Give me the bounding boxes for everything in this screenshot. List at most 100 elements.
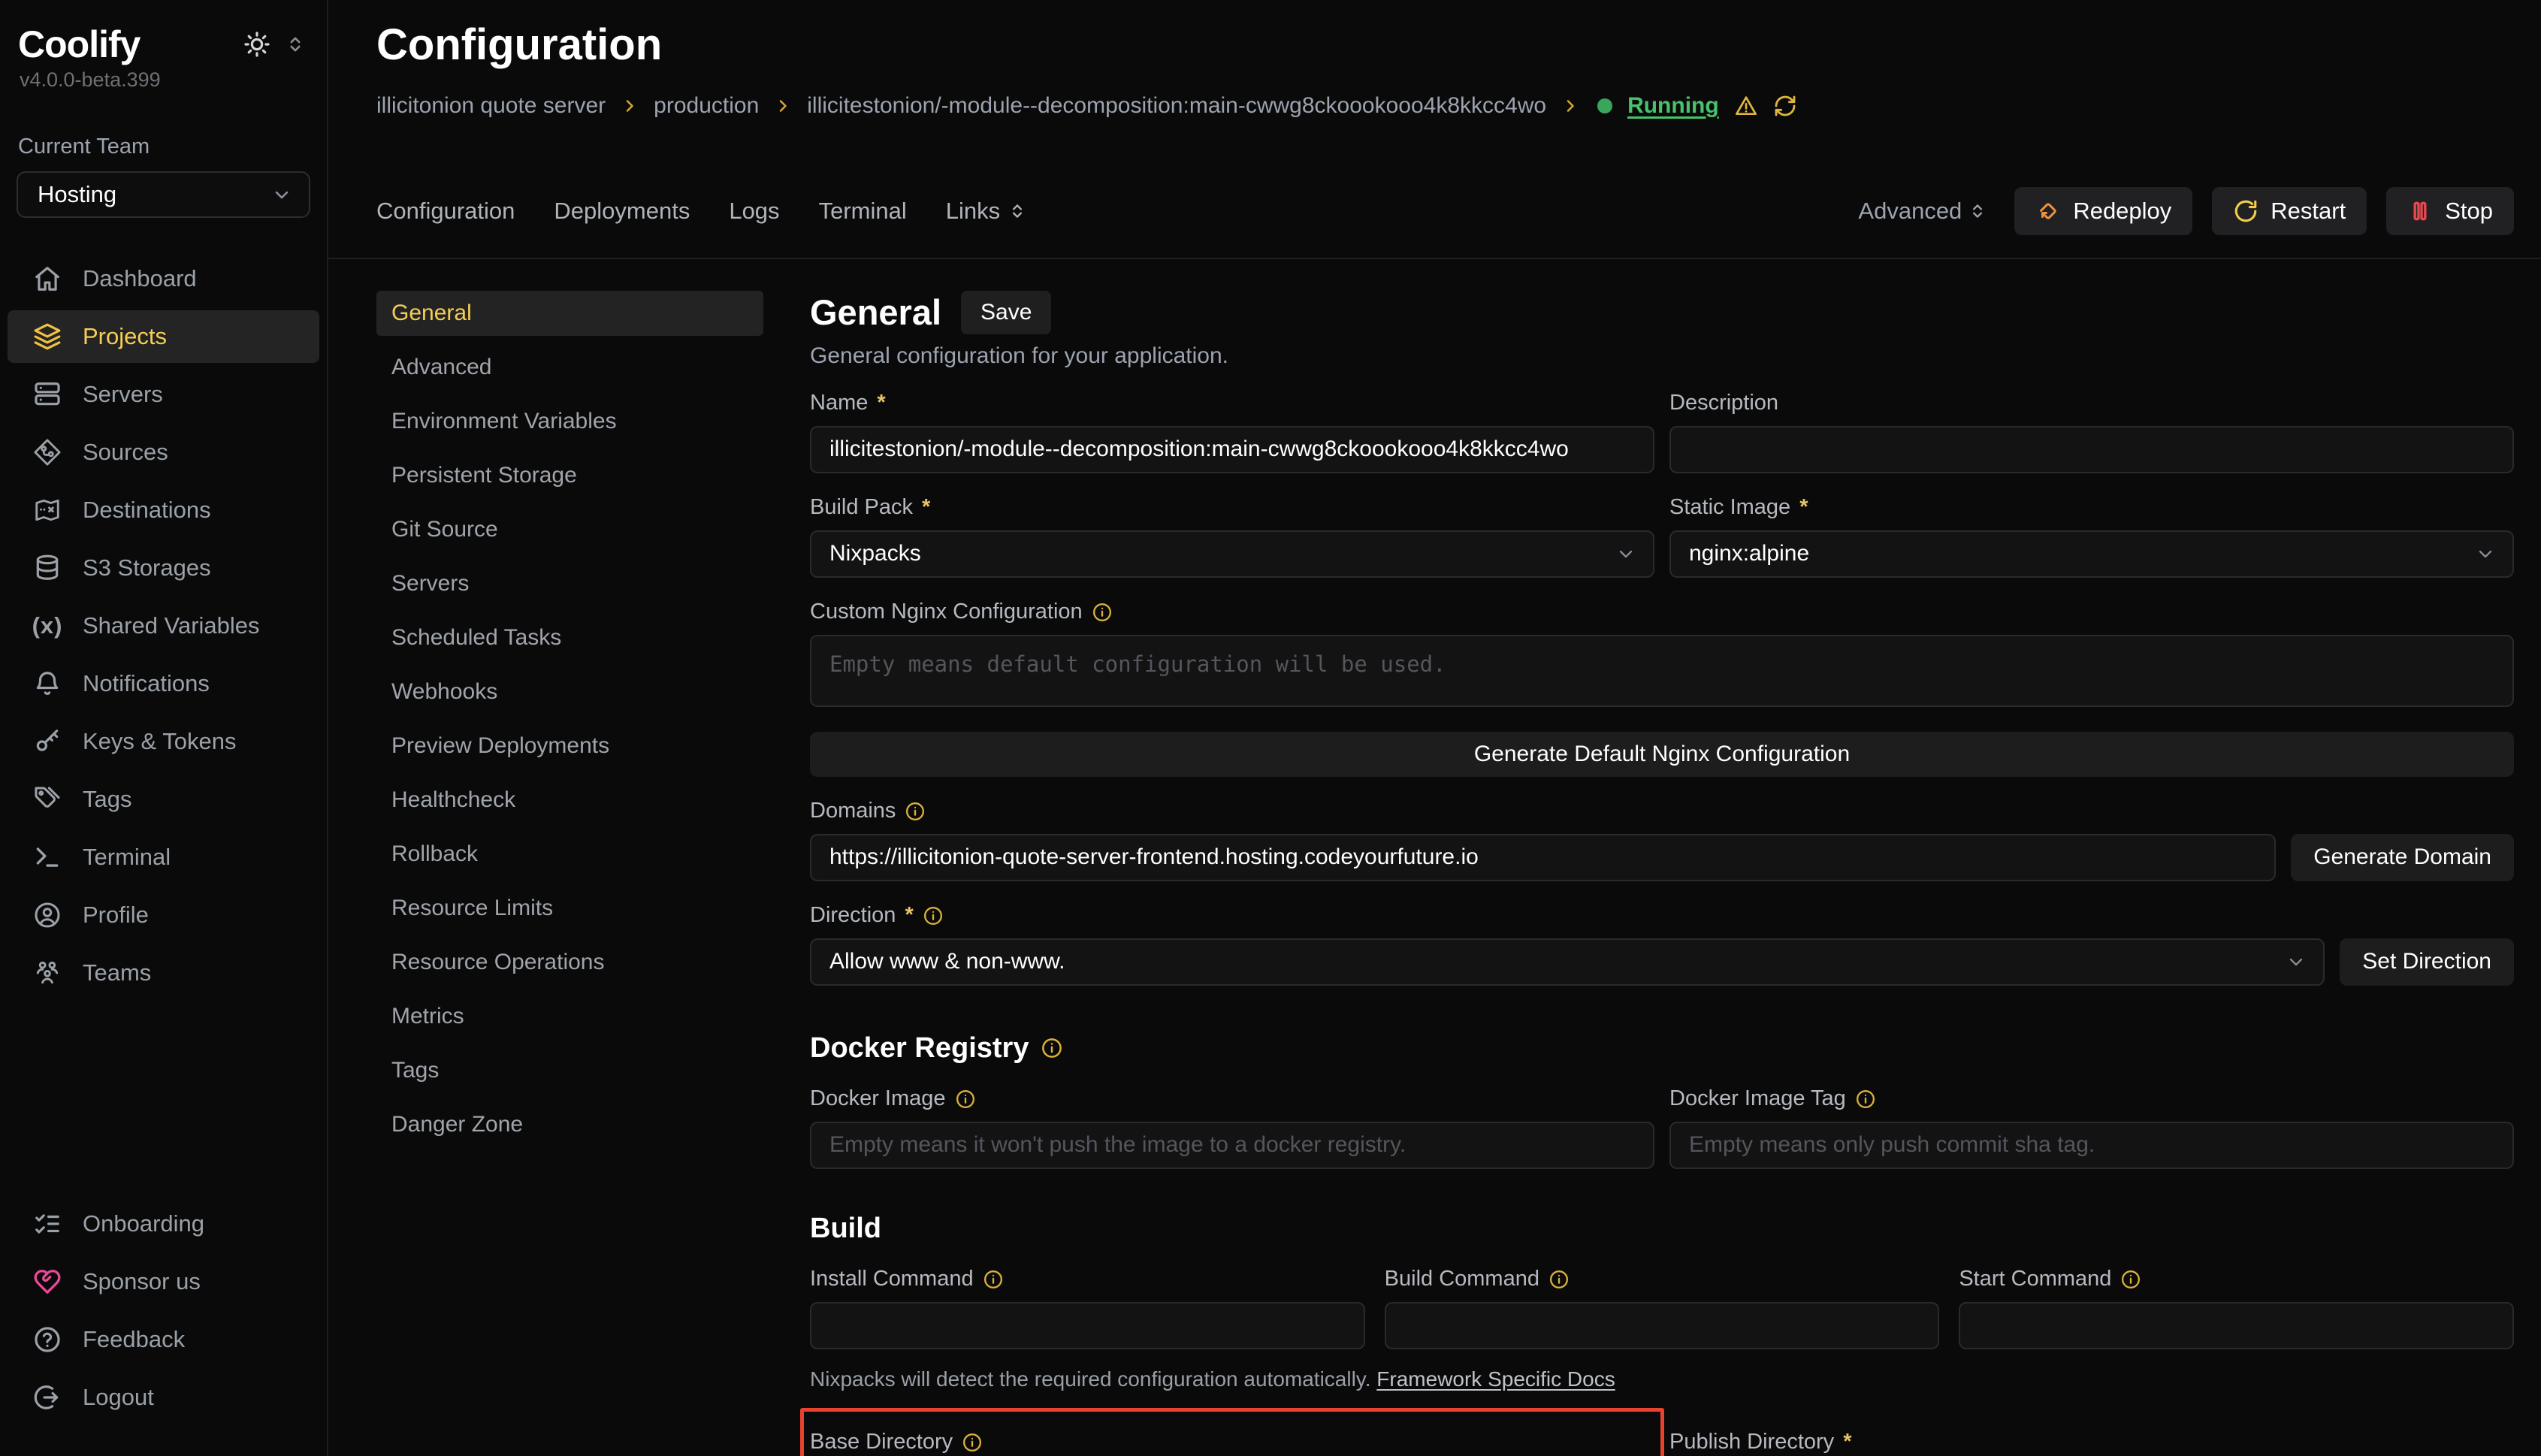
terminal-icon — [33, 843, 62, 871]
sidebar-item-label: Tags — [83, 786, 131, 813]
refresh-icon[interactable] — [1773, 94, 1797, 118]
generate-nginx-button[interactable]: Generate Default Nginx Configuration — [810, 732, 2514, 777]
breadcrumb-project[interactable]: illicitonion quote server — [376, 93, 606, 119]
subnav-general[interactable]: General — [376, 291, 763, 336]
warning-icon[interactable] — [1734, 94, 1758, 118]
sidebar-item-sources[interactable]: Sources — [8, 426, 319, 479]
sidebar-item-terminal[interactable]: Terminal — [8, 831, 319, 884]
subnav-servers[interactable]: Servers — [376, 561, 763, 606]
status-badge[interactable]: Running — [1627, 93, 1719, 119]
docker-image-tag-input[interactable] — [1669, 1122, 2514, 1169]
tab-links[interactable]: Links — [946, 198, 1027, 225]
info-icon[interactable] — [923, 905, 944, 926]
team-select-value: Hosting — [38, 181, 116, 208]
info-icon[interactable] — [2120, 1269, 2141, 1290]
current-team-label: Current Team — [0, 134, 327, 159]
subnav-resource-operations[interactable]: Resource Operations — [376, 940, 763, 985]
sidebar-item-sponsor[interactable]: Sponsor us — [8, 1255, 319, 1308]
chevrons-up-down-icon — [1008, 201, 1027, 221]
start-command-input[interactable] — [1959, 1302, 2514, 1349]
direction-select[interactable]: Allow www & non-www. — [810, 938, 2325, 986]
server-icon — [33, 380, 62, 409]
domains-input[interactable] — [810, 834, 2276, 881]
save-button[interactable]: Save — [961, 291, 1051, 334]
build-pack-label: Build Pack* — [810, 494, 1654, 521]
subnav-environment-variables[interactable]: Environment Variables — [376, 399, 763, 444]
bell-icon — [33, 669, 62, 698]
subnav-healthcheck[interactable]: Healthcheck — [376, 778, 763, 823]
tab-links-label: Links — [946, 198, 1000, 225]
info-icon[interactable] — [955, 1089, 976, 1110]
publish-directory-label: Publish Directory* — [1669, 1429, 2514, 1456]
tab-logs[interactable]: Logs — [729, 198, 779, 225]
sidebar-item-profile[interactable]: Profile — [8, 889, 319, 941]
theme-chevrons-icon[interactable] — [285, 34, 306, 55]
subnav-metrics[interactable]: Metrics — [376, 994, 763, 1039]
tabbar: Configuration Deployments Logs Terminal … — [328, 187, 2541, 259]
info-icon[interactable] — [905, 801, 926, 822]
stop-button[interactable]: Stop — [2386, 187, 2514, 235]
tab-deployments[interactable]: Deployments — [554, 198, 690, 225]
subnav-rollback[interactable]: Rollback — [376, 832, 763, 877]
breadcrumb-environment[interactable]: production — [654, 93, 759, 119]
chevron-right-icon — [621, 97, 639, 115]
sidebar-item-label: Destinations — [83, 497, 211, 524]
subnav-scheduled-tasks[interactable]: Scheduled Tasks — [376, 615, 763, 660]
sidebar-item-teams[interactable]: Teams — [8, 947, 319, 999]
framework-docs-link[interactable]: Framework Specific Docs — [1376, 1367, 1615, 1391]
sidebar-item-destinations[interactable]: Destinations — [8, 484, 319, 536]
sidebar-item-onboarding[interactable]: Onboarding — [8, 1198, 319, 1250]
tag-icon — [33, 785, 62, 814]
static-image-select[interactable]: nginx:alpine — [1669, 530, 2514, 578]
name-input[interactable] — [810, 426, 1654, 473]
advanced-dropdown[interactable]: Advanced — [1858, 198, 1987, 225]
sidebar-item-notifications[interactable]: Notifications — [8, 657, 319, 710]
theme-sun-icon[interactable] — [243, 30, 271, 59]
sidebar-item-projects[interactable]: Projects — [8, 310, 319, 363]
build-pack-select[interactable]: Nixpacks — [810, 530, 1654, 578]
restart-button[interactable]: Restart — [2212, 187, 2367, 235]
nginx-config-textarea[interactable] — [810, 635, 2514, 707]
sidebar-item-label: Shared Variables — [83, 612, 260, 639]
advanced-label: Advanced — [1858, 198, 1962, 225]
subnav-git-source[interactable]: Git Source — [376, 507, 763, 552]
info-icon[interactable] — [1548, 1269, 1570, 1290]
subnav-advanced[interactable]: Advanced — [376, 345, 763, 390]
info-icon[interactable] — [1855, 1089, 1876, 1110]
required-asterisk: * — [1843, 1430, 1851, 1454]
breadcrumb-application[interactable]: illicitestonion/-module--decomposition:m… — [807, 93, 1546, 119]
sidebar-item-shared-variables[interactable]: (x) Shared Variables — [8, 600, 319, 652]
subnav-danger-zone[interactable]: Danger Zone — [376, 1102, 763, 1147]
subnav-webhooks[interactable]: Webhooks — [376, 669, 763, 714]
redeploy-button[interactable]: Redeploy — [2014, 187, 2192, 235]
docker-image-input[interactable] — [810, 1122, 1654, 1169]
description-input[interactable] — [1669, 426, 2514, 473]
sidebar-item-feedback[interactable]: Feedback — [8, 1313, 319, 1366]
sidebar-item-logout[interactable]: Logout — [8, 1371, 319, 1424]
subnav-preview-deployments[interactable]: Preview Deployments — [376, 723, 763, 769]
stop-icon — [2407, 198, 2433, 224]
build-command-input[interactable] — [1385, 1302, 1940, 1349]
sidebar-item-label: Feedback — [83, 1326, 185, 1353]
sidebar-item-servers[interactable]: Servers — [8, 368, 319, 421]
sidebar-item-label: Keys & Tokens — [83, 728, 236, 755]
team-select[interactable]: Hosting — [17, 171, 310, 218]
subnav-resource-limits[interactable]: Resource Limits — [376, 886, 763, 931]
sidebar-item-tags[interactable]: Tags — [8, 773, 319, 826]
info-icon[interactable] — [962, 1432, 983, 1453]
subnav-persistent-storage[interactable]: Persistent Storage — [376, 453, 763, 498]
tab-configuration[interactable]: Configuration — [376, 198, 515, 225]
info-icon[interactable] — [1092, 602, 1113, 623]
install-command-input[interactable] — [810, 1302, 1365, 1349]
chevron-down-icon — [2286, 951, 2307, 972]
info-icon[interactable] — [983, 1269, 1004, 1290]
generate-domain-button[interactable]: Generate Domain — [2291, 834, 2514, 881]
sidebar-item-label: Sponsor us — [83, 1268, 201, 1295]
tab-terminal[interactable]: Terminal — [819, 198, 907, 225]
sidebar-item-dashboard[interactable]: Dashboard — [8, 252, 319, 305]
info-icon[interactable] — [1041, 1037, 1063, 1059]
subnav-tags[interactable]: Tags — [376, 1048, 763, 1093]
set-direction-button[interactable]: Set Direction — [2340, 938, 2514, 986]
sidebar-item-s3-storages[interactable]: S3 Storages — [8, 542, 319, 594]
sidebar-item-keys-tokens[interactable]: Keys & Tokens — [8, 715, 319, 768]
